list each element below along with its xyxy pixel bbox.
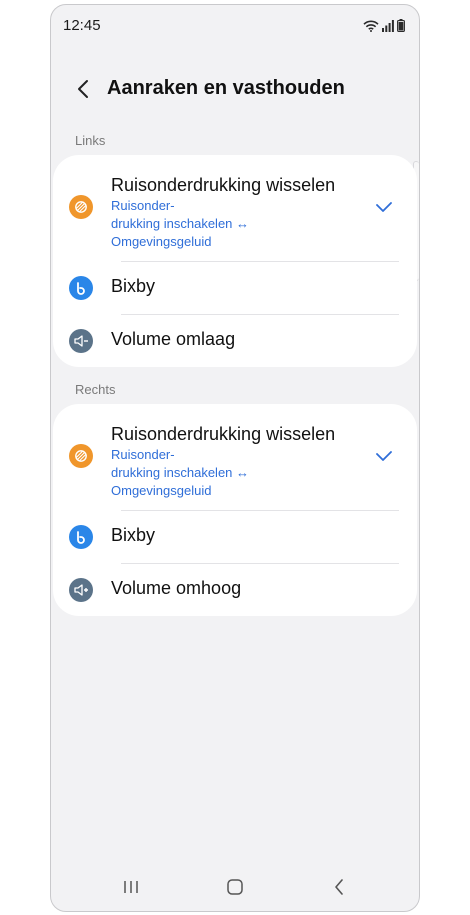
section-card-links: Ruisonderdrukking wisselen Ruisonder- dr… <box>53 155 417 367</box>
home-icon <box>227 879 243 895</box>
subtitle-line: Ruisonder- <box>111 447 175 462</box>
page-title: Aanraken en vasthouden <box>107 77 345 99</box>
app-header: Aanraken en vasthouden <box>51 67 419 111</box>
phone-screen: 12:45 Aanraken en vasthouden Links Ruiso… <box>50 4 420 912</box>
back-button[interactable] <box>69 75 97 103</box>
battery-icon <box>397 19 405 37</box>
option-title: Bixby <box>111 525 156 545</box>
option-title: Ruisonderdrukking wisselen <box>111 424 336 444</box>
volume-up-icon <box>69 578 93 602</box>
subtitle-line: Omgevingsgeluid <box>111 234 212 249</box>
chevron-left-icon <box>78 80 88 98</box>
option-title: Ruisonderdrukking wisselen <box>111 175 336 195</box>
status-bar: 12:45 <box>51 5 419 45</box>
section-card-rechts: Ruisonderdrukking wisselen Ruisonder- dr… <box>53 404 417 616</box>
section-label-rechts: Rechts <box>75 382 116 397</box>
option-title: Bixby <box>111 276 156 296</box>
option-title: Volume omlaag <box>111 329 236 349</box>
section-label-links: Links <box>75 133 106 148</box>
option-volume-up-right[interactable]: Volume omhoog <box>53 564 417 616</box>
recent-apps-icon <box>124 881 138 893</box>
option-noise-control-right[interactable]: Ruisonderdrukking wisselen Ruisonder- dr… <box>53 404 417 510</box>
noise-control-icon <box>69 195 93 219</box>
option-bixby-left[interactable]: Bixby <box>53 262 417 314</box>
bixby-icon <box>69 276 93 300</box>
option-title: Volume omhoog <box>111 578 242 598</box>
signal-icon <box>382 19 394 37</box>
option-subtitle: Ruisonder- drukking inschakelen ↔ Omgevi… <box>111 197 271 251</box>
option-subtitle: Ruisonder- drukking inschakelen ↔ Omgevi… <box>111 446 271 500</box>
subtitle-line: drukking inschakelen ↔ <box>111 465 250 480</box>
home-button[interactable] <box>221 873 249 901</box>
noise-control-icon <box>69 444 93 468</box>
subtitle-line: drukking inschakelen ↔ <box>111 216 250 231</box>
recent-apps-button[interactable] <box>117 873 145 901</box>
status-icons <box>363 19 405 37</box>
checkmark-icon <box>376 451 392 461</box>
status-time: 12:45 <box>63 17 101 34</box>
option-bixby-right[interactable]: Bixby <box>53 511 417 563</box>
back-icon <box>335 879 343 895</box>
bixby-icon <box>69 525 93 549</box>
subtitle-line: Ruisonder- <box>111 198 175 213</box>
wifi-icon <box>363 19 379 37</box>
navigation-bar <box>51 863 419 911</box>
nav-back-button[interactable] <box>325 873 353 901</box>
volume-down-icon <box>69 329 93 353</box>
option-noise-control-left[interactable]: Ruisonderdrukking wisselen Ruisonder- dr… <box>53 155 417 261</box>
checkmark-icon <box>376 202 392 212</box>
subtitle-line: Omgevingsgeluid <box>111 483 212 498</box>
option-volume-down-left[interactable]: Volume omlaag <box>53 315 417 367</box>
